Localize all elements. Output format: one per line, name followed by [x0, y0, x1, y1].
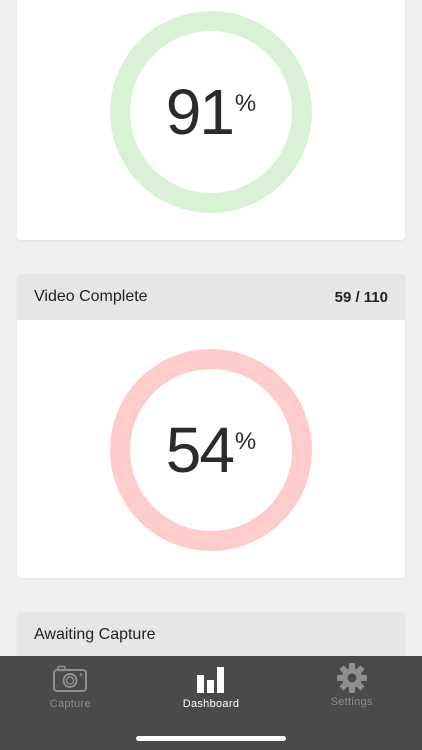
gear-icon [336, 663, 367, 693]
card-title: Awaiting Capture [34, 626, 156, 643]
tab-capture[interactable]: Capture [0, 656, 141, 722]
dashboard-scroll[interactable]: 91 % Video Complete 59 / 110 54 % Awaiti… [0, 0, 422, 656]
progress-donut: 54 % [109, 348, 313, 552]
card-count: 59 / 110 [334, 288, 388, 306]
tab-dashboard[interactable]: Dashboard [141, 656, 282, 722]
tab-label: Dashboard [182, 698, 240, 710]
tab-label: Settings [330, 696, 373, 708]
percent-value: 54 [165, 414, 235, 486]
camera-icon [53, 665, 88, 692]
awaiting-capture-card: Awaiting Capture [17, 612, 405, 656]
card-header: Awaiting Capture [17, 612, 405, 656]
tab-label: Capture [49, 698, 91, 710]
card-header: Video Complete 59 / 110 [17, 274, 405, 320]
progress-donut: 91 % [109, 10, 313, 214]
donut-label: 54 % [109, 348, 313, 552]
home-indicator[interactable] [136, 736, 286, 741]
percent-value: 91 [165, 76, 235, 148]
donut-label: 91 % [109, 10, 313, 214]
percent-symbol: % [234, 90, 257, 117]
photo-complete-card: 91 % [17, 0, 405, 240]
card-title: Video Complete [34, 288, 148, 305]
tab-settings[interactable]: Settings [281, 656, 422, 722]
video-complete-card: Video Complete 59 / 110 54 % [17, 274, 405, 578]
bar-chart-icon [196, 667, 224, 693]
percent-symbol: % [234, 428, 257, 455]
